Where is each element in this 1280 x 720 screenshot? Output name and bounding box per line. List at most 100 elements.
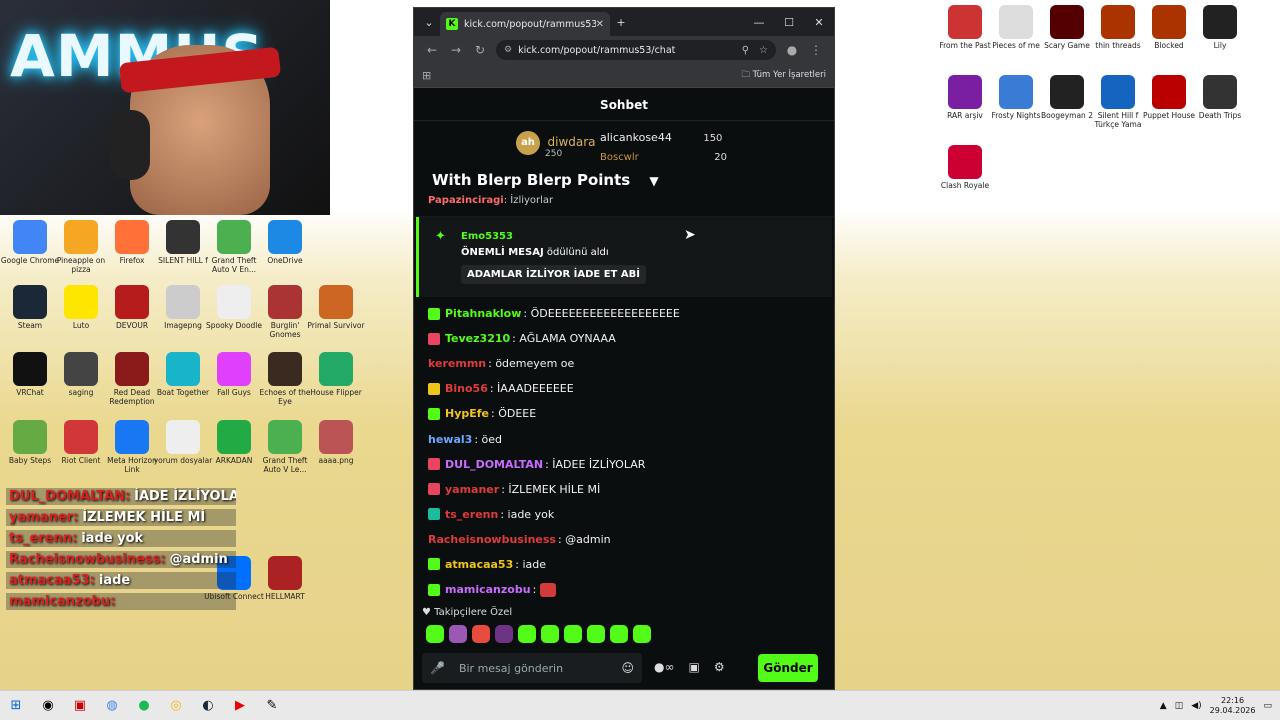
minimize-icon[interactable]: — [744,16,774,29]
desktop-icon[interactable]: aaaa.png [306,420,366,465]
message-text: : AĞLAMA OYNAAA [512,332,616,346]
start-windows-icon[interactable]: ⊞ [0,691,32,720]
leaderboard-value-3: 20 [714,152,727,163]
overlay-chat-line: yamaner: İZLEMEK HİLE Mİ [6,509,236,526]
clock[interactable]: 22:16 29.04.2026 [1210,696,1256,716]
message-placeholder: Bir mesaj gönderin [458,661,564,675]
emote-3-icon[interactable] [472,625,490,643]
emote-4-icon[interactable] [495,625,513,643]
desktop-icon[interactable]: House Flipper [306,352,366,397]
menu-kebab-icon[interactable]: ⋮ [804,43,828,57]
back-icon[interactable]: ← [420,43,444,57]
desktop-icon[interactable]: Death Trips [1190,75,1250,120]
settings-gear-icon[interactable]: ⚙ [714,660,725,674]
spotify-icon[interactable]: ● [128,691,160,720]
emote-6-icon[interactable] [541,625,559,643]
desktop-icon[interactable]: OneDrive [255,220,315,265]
message-username[interactable]: yamaner [445,483,499,496]
apps-grid-icon[interactable]: ⊞ [422,69,431,82]
message-username[interactable]: Racheisnowbusiness [428,533,556,546]
tray-chevron-icon[interactable]: ▲ [1160,701,1167,711]
notification-icon[interactable]: ▭ [1263,701,1272,711]
leaderboard-top[interactable]: ah diwdara 250 [516,131,596,159]
message-username[interactable]: hewal3 [428,433,472,446]
reward-redemption: ✦ Emo5353 ÖNEMLİ MESAJ ödülünü aldı ADAM… [416,217,832,297]
volume-icon[interactable]: ◀) [1191,701,1201,711]
bookmark-star-icon[interactable]: ☆ [759,45,768,56]
points-icon[interactable]: ●∞ [654,660,674,674]
close-tab-icon[interactable]: ✕ [596,19,604,30]
emote-8-icon[interactable] [587,625,605,643]
emote-2-icon[interactable] [449,625,467,643]
emote-7-icon[interactable] [564,625,582,643]
browser-tab[interactable]: K kick.com/popout/rammus53/ch ✕ [440,12,610,36]
message-username[interactable]: Bino56 [445,382,488,395]
message-username[interactable]: keremmn [428,357,486,370]
user-badge-icon [428,583,440,596]
desktop-icon-image [1050,5,1084,39]
emote-10-icon[interactable] [633,625,651,643]
leaderboard-second[interactable]: alicankose44 150 [600,131,722,144]
message-text: : İADEE İZLİYOLAR [545,457,646,471]
clock-time: 22:16 [1221,695,1245,705]
emote-9-icon[interactable] [610,625,628,643]
redeem-reward-name: ÖNEMLİ MESAJ [461,247,544,258]
overlay-text: İADE İZLİYOLAR [134,489,236,504]
blerp-filter-icon[interactable]: ▼ [649,174,658,188]
redeem-user[interactable]: Emo5353 [461,231,513,242]
desktop-icon-image [64,420,98,454]
taskbar-app-4-icon[interactable]: ✎ [256,691,288,720]
mic-icon[interactable]: 🎤 [430,661,445,675]
overlay-username: Racheisnowbusiness: [9,552,166,567]
zoom-icon[interactable]: ⚲ [742,45,749,56]
desktop-icon-image [1101,75,1135,109]
desktop-icon-label: HELLMART [265,592,305,601]
message-username[interactable]: mamicanzobu [445,583,531,596]
overlay-chat-line: mamicanzobu: [6,593,236,610]
gift-icon[interactable]: ▣ [688,660,699,674]
message-username[interactable]: ts_erenn [445,508,498,521]
all-bookmarks[interactable]: 🗀 Tüm Yer İşaretleri [741,69,826,83]
tab-title: kick.com/popout/rammus53/ch [464,18,596,30]
user-badge-icon [428,458,440,471]
youtube-icon[interactable]: ▶ [224,691,256,720]
leaderboard-third[interactable]: Boscwlr 20 [600,150,727,163]
chat-message: ts_erenn: iade yok [428,502,820,527]
new-tab-icon[interactable]: + [610,16,632,29]
reload-icon[interactable]: ↻ [468,43,492,57]
message-username[interactable]: Pitahnaklow [445,307,521,320]
pinned-user[interactable]: Papazinciragi [428,195,504,206]
message-text: : ÖDEEEEEEEEEEEEEEEEEEE [523,307,680,321]
message-username[interactable]: atmacaa53 [445,558,513,571]
emote-5-icon[interactable] [518,625,536,643]
blerp-banner[interactable]: With Blerp Blerp Points ▼ [432,171,659,189]
emoji-icon[interactable]: ☺ [621,661,634,675]
close-window-icon[interactable]: ✕ [804,16,834,29]
message-input[interactable]: 🎤 Bir mesaj gönderin ☺ [422,653,642,683]
site-info-icon[interactable]: ⚙ [504,45,512,55]
profile-icon[interactable]: ● [780,43,804,57]
forward-icon[interactable]: → [444,43,468,57]
url-field[interactable]: ⚙ kick.com/popout/rammus53/chat ⚲ ☆ [496,40,776,60]
send-button[interactable]: Gönder [758,654,818,682]
message-username[interactable]: Tevez3210 [445,332,510,345]
emote-1-icon[interactable] [426,625,444,643]
tab-search-icon[interactable]: ⌄ [418,16,440,29]
desktop-icon[interactable]: HELLMART [255,556,315,601]
desktop-icon[interactable]: Primal Survivor [306,285,366,330]
desktop-icon[interactable]: Clash Royale [935,145,995,190]
chrome-icon[interactable]: ◎ [160,691,192,720]
taskbar-app-3-icon[interactable]: ◍ [96,691,128,720]
chat-message: keremmn: ödemeyem oe [428,351,820,376]
desktop-icon-image [999,75,1033,109]
steam-icon[interactable]: ◐ [192,691,224,720]
taskbar-app-2-icon[interactable]: ▣ [64,691,96,720]
maximize-icon[interactable]: ☐ [774,16,804,29]
desktop-icon-image [948,5,982,39]
taskbar-app-1-icon[interactable]: ◉ [32,691,64,720]
desktop-icon[interactable]: Lily [1190,5,1250,50]
message-username[interactable]: DUL_DOMALTAN [445,458,543,471]
user-badge-icon [428,332,440,345]
message-username[interactable]: HypEfe [445,407,489,420]
network-icon[interactable]: ◫ [1175,701,1184,711]
